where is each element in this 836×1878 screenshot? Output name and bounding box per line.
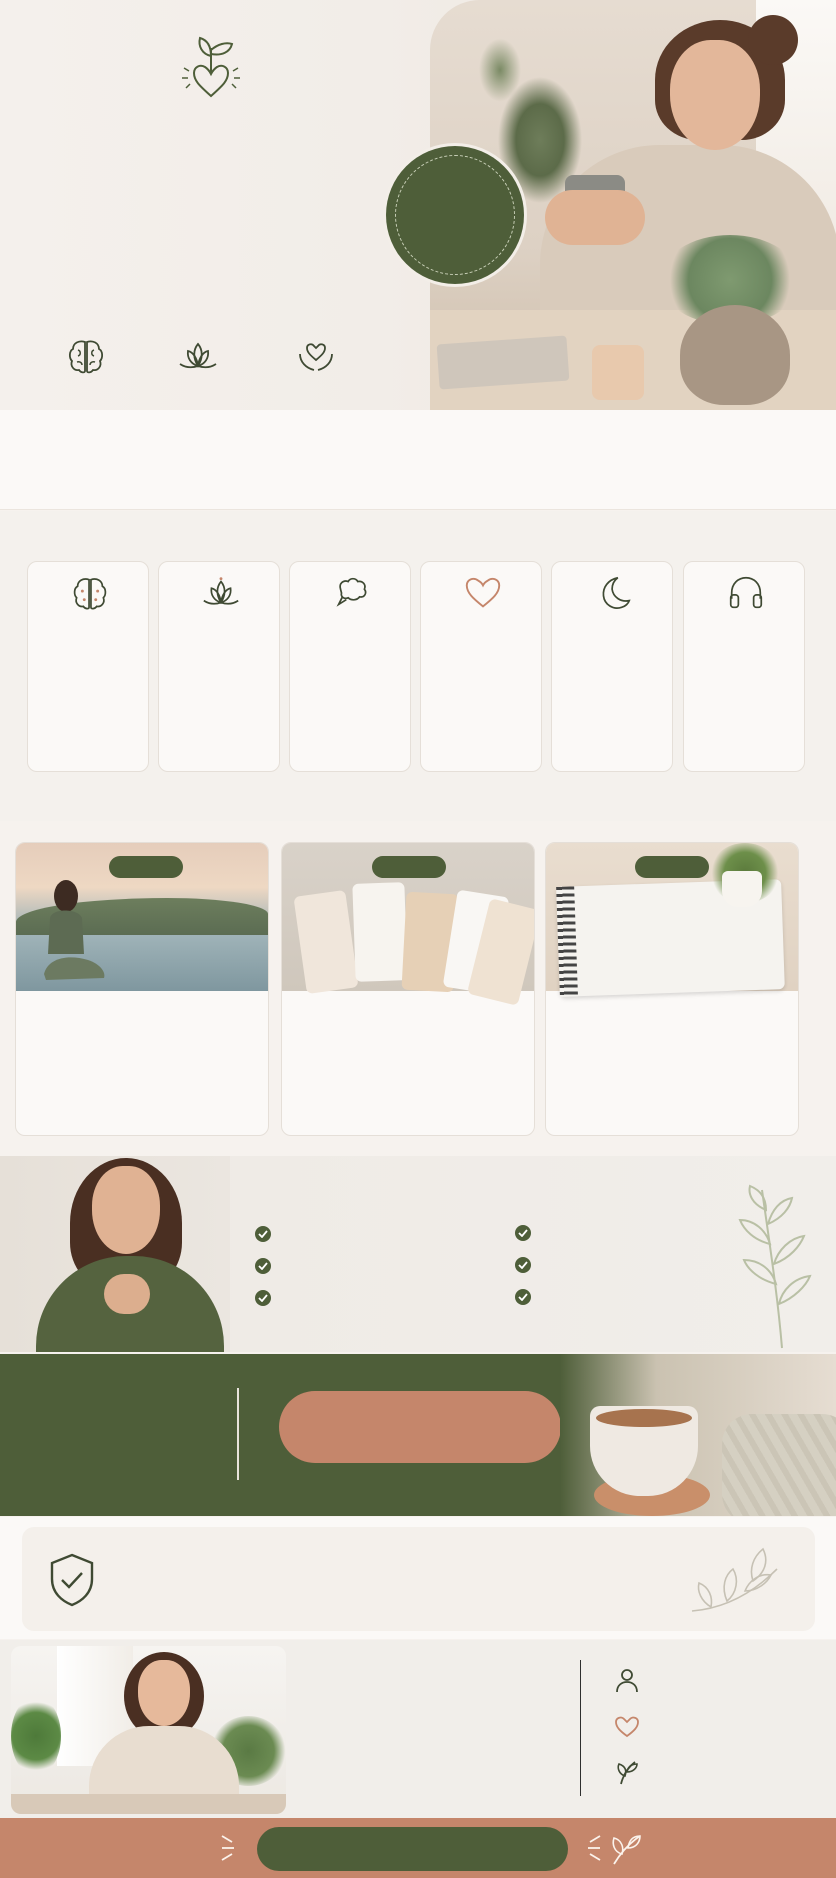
affirmation-card	[352, 882, 408, 982]
featured-card-cards[interactable]	[281, 842, 535, 1136]
meditating-woman	[44, 880, 105, 980]
featured-card-meditation[interactable]	[15, 842, 269, 1136]
divider	[237, 1388, 239, 1480]
service-card-heart[interactable]	[420, 561, 542, 772]
check-icon	[515, 1225, 531, 1241]
check-icon	[255, 1226, 271, 1242]
category-tag	[635, 856, 709, 878]
trust-section	[0, 1517, 836, 1639]
notebook	[436, 335, 570, 390]
featured-card-journal[interactable]	[545, 842, 799, 1136]
knit-blanket	[722, 1414, 836, 1516]
headphones-icon	[729, 576, 763, 609]
check-icon	[255, 1258, 271, 1274]
leaf-icon	[612, 1835, 641, 1865]
hair-bun	[748, 15, 798, 65]
coffee-cup-photo	[560, 1354, 836, 1516]
trust-banner	[22, 1527, 815, 1631]
check-icon	[255, 1290, 271, 1306]
page	[0, 0, 836, 1878]
moon-icon	[602, 576, 631, 609]
leaf-icon	[617, 1761, 638, 1785]
brain-icon	[68, 340, 104, 374]
heart-icon	[465, 577, 501, 608]
green-circle-badge	[386, 146, 524, 284]
hero-section	[0, 0, 836, 410]
featured-section	[0, 822, 836, 1155]
cta-button[interactable]	[279, 1391, 561, 1463]
category-tag	[372, 856, 446, 878]
woman-hand-on-heart-photo	[0, 1156, 230, 1352]
face	[92, 1166, 160, 1254]
desk	[11, 1794, 286, 1814]
sun-rays-left-icon	[221, 1835, 234, 1861]
service-card-mind[interactable]	[27, 561, 149, 772]
brain-icon	[73, 578, 107, 610]
hands	[545, 190, 645, 245]
services-section	[0, 511, 836, 821]
cta-section	[0, 1354, 836, 1516]
sun-rays-right-icon	[588, 1835, 601, 1861]
lotus-icon	[179, 342, 217, 369]
person-icon	[616, 1669, 638, 1693]
shield-check-icon	[50, 1553, 94, 1607]
plant	[11, 1696, 61, 1776]
leaf-sprig-icon	[738, 1184, 812, 1349]
coffee	[596, 1409, 692, 1427]
footer-bar	[0, 1818, 836, 1878]
hand-on-heart	[104, 1274, 150, 1314]
heart-sprout-icon	[182, 36, 240, 98]
contact-section	[0, 1640, 836, 1818]
affirmation-card	[293, 889, 359, 995]
heart-icon	[615, 1716, 639, 1738]
service-card-sleep[interactable]	[551, 561, 673, 772]
lotus-icon	[203, 577, 239, 605]
service-card-audio[interactable]	[683, 561, 805, 772]
service-card-talk[interactable]	[289, 561, 411, 772]
leaf-outline-icon	[691, 1547, 778, 1612]
check-icon	[515, 1257, 531, 1273]
heart-hands-icon	[299, 343, 333, 371]
plant-pot	[722, 871, 762, 907]
check-icon	[515, 1289, 531, 1305]
category-tag	[109, 856, 183, 878]
therapist-photo	[11, 1646, 286, 1814]
journal-spiral	[556, 886, 578, 997]
face	[670, 40, 760, 150]
speech-bubble-icon	[336, 577, 367, 607]
intro-band	[0, 410, 836, 510]
footer-cta-button[interactable]	[257, 1827, 568, 1871]
face	[138, 1660, 190, 1726]
testimonial-section	[0, 1156, 836, 1352]
service-card-lotus[interactable]	[158, 561, 280, 772]
divider	[580, 1660, 581, 1796]
candle	[592, 345, 644, 400]
vase	[680, 305, 790, 405]
